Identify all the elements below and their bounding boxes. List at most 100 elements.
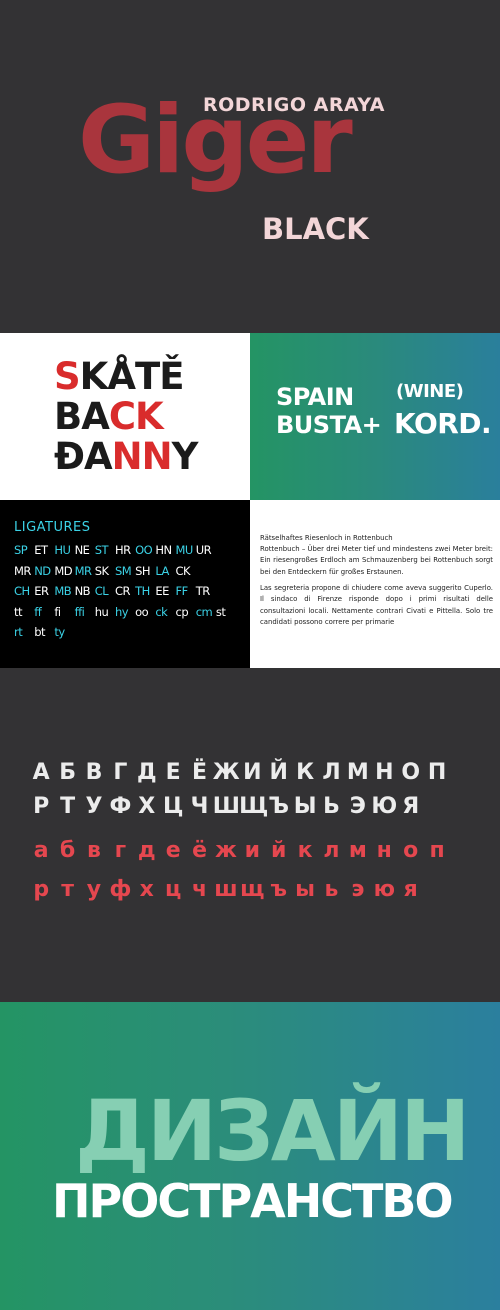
ligature-glyph: HR <box>114 543 131 558</box>
cyrillic-glyph: м <box>348 838 367 863</box>
sample-glyphs: KÅTĚ <box>79 355 185 398</box>
sample-glyphs-red: CK <box>108 395 164 438</box>
cyrillic-glyph: б <box>59 838 76 863</box>
ligature-glyph: ND <box>34 563 51 578</box>
sample-glyphs: ĐA <box>54 435 113 478</box>
cyrillic-glyph: х <box>139 877 154 902</box>
ligature-glyph: ff <box>34 604 42 619</box>
ligature-glyph: FF <box>175 584 189 599</box>
cyrillic-glyph: у <box>86 877 102 902</box>
cyrillic-glyph: Г <box>113 760 128 785</box>
ligature-row: tt ff fi ffi hu hy oo ck cp cm st <box>14 602 236 623</box>
cyrillic-glyph: э <box>351 877 365 902</box>
cyrillic-glyph: ш <box>214 877 238 902</box>
ligature-glyph: MR <box>74 563 92 578</box>
ligature-glyph: CH <box>14 584 30 599</box>
cyrillic-glyph: Т <box>60 794 76 819</box>
cyrillic-glyph: Ы <box>293 794 317 819</box>
cyrillic-glyph: ж <box>214 838 237 863</box>
cyrillic-glyph: Ш <box>212 794 240 819</box>
ligature-glyph: bt <box>34 625 45 640</box>
ligatures-grid: SP ET HU NE ST HR OO HN MU UR MR ND MD MR SK SM SH LA CK CH… <box>14 540 236 643</box>
cyrillic-glyph: р <box>33 877 50 902</box>
cyrillic-glyph: в <box>87 838 101 863</box>
ligature-glyph: TR <box>195 584 211 599</box>
ligature-glyph: SK <box>94 563 109 578</box>
cyrillic-alphabet-section: АБВГДЕЁЖИЙКЛМНОП РТУФХЦЧШЩЪЫЬЭЮЯ абвгдеё… <box>0 668 500 1002</box>
cyrillic-glyph: Ж <box>212 760 240 785</box>
cyrillic-glyph: ю <box>373 877 395 902</box>
ligature-glyph: rt <box>14 625 23 640</box>
ligature-glyph: TH <box>135 584 150 599</box>
sample-glyphs: BA <box>54 395 110 438</box>
cyrillic-glyph: Р <box>33 794 50 819</box>
cyrillic-glyph: М <box>346 760 369 785</box>
cyrillic-glyph: а <box>33 838 49 863</box>
cyrillic-glyph: о <box>403 838 419 863</box>
text-sample-panel: Rätselhaftes Riesenloch in Rottenbuch Ro… <box>250 500 500 668</box>
cyrillic-glyph: ц <box>164 877 182 902</box>
cyrillic-uppercase-row: РТУФХЦЧШЩЪЫЬЭЮЯ <box>28 796 424 818</box>
ligature-glyph: HU <box>54 543 71 558</box>
cyrillic-glyph: Е <box>165 760 181 785</box>
cyrillic-glyph: Л <box>322 760 341 785</box>
ligature-glyph: SM <box>114 563 132 578</box>
ligature-glyph: CK <box>175 563 191 578</box>
cyrillic-glyph: И <box>243 760 262 785</box>
display-word-large: ДИЗАЙН <box>75 1082 470 1180</box>
cyrillic-glyph: В <box>85 760 103 785</box>
cyrillic-glyph: е <box>165 838 181 863</box>
cyrillic-glyph: Д <box>136 760 157 785</box>
display-sample-panel: SPAIN BUSTA+ (WINE) KORD. <box>250 333 500 500</box>
cyrillic-glyph: щ <box>240 877 265 902</box>
cyrillic-glyph: К <box>296 760 315 785</box>
cyrillic-glyph: ь <box>324 877 339 902</box>
latin-sample-panel: SKÅTĚ BACK ĐANNY <box>0 333 250 500</box>
ligature-glyph: ty <box>54 625 65 640</box>
ligature-glyph: MB <box>54 584 72 599</box>
cyrillic-lowercase-row: абвгдеёжийклмноп <box>28 840 450 862</box>
ligature-glyph: NE <box>74 543 90 558</box>
cyrillic-glyph: Й <box>269 760 288 785</box>
ligature-glyph: st <box>215 604 226 619</box>
cyrillic-glyph: я <box>403 877 418 902</box>
ligature-glyph: CR <box>114 584 131 599</box>
cyrillic-display-section: ДИЗАЙН ПРОСТРАНСТВО <box>0 1002 500 1310</box>
cyrillic-glyph: Ю <box>371 794 398 819</box>
cyrillic-uppercase-row: АБВГДЕЁЖИЙКЛМНОП <box>28 762 450 784</box>
cyrillic-glyph: ч <box>191 877 208 902</box>
ligature-glyph: UR <box>195 543 212 558</box>
ligature-glyph: MR <box>14 563 31 578</box>
ligature-glyph: oo <box>135 604 149 619</box>
cyrillic-glyph: Э <box>349 794 366 819</box>
text-paragraph: Rottenbuch – Über drei Meter tief und mi… <box>260 545 493 576</box>
sample-line: BACK <box>54 395 164 438</box>
ligature-glyph: OO <box>135 543 153 558</box>
cyrillic-glyph: ф <box>109 877 132 902</box>
cyrillic-glyph: д <box>137 838 156 863</box>
cyrillic-glyph: Ч <box>190 794 209 819</box>
ligature-glyph: MD <box>54 563 73 578</box>
cyrillic-glyph: к <box>297 838 313 863</box>
ligature-glyph: ST <box>94 543 109 558</box>
cyrillic-glyph: Я <box>402 794 420 819</box>
ligature-row: SP ET HU NE ST HR OO HN MU UR <box>14 540 236 561</box>
ligature-row: CH ER MB NB CL CR TH EE FF TR <box>14 581 236 602</box>
ligature-glyph: cp <box>175 604 189 619</box>
cyrillic-glyph: А <box>32 760 50 785</box>
ligature-glyph: tt <box>14 604 23 619</box>
word-busta: BUSTA+ <box>276 411 382 439</box>
cyrillic-glyph: У <box>85 794 103 819</box>
cyrillic-glyph: Ь <box>323 794 340 819</box>
ligature-glyph: ck <box>155 604 168 619</box>
ligature-glyph: LA <box>155 563 169 578</box>
ligature-glyph: NB <box>74 584 91 599</box>
cyrillic-glyph: Н <box>375 760 394 785</box>
ligature-row: MR ND MD MR SK SM SH LA CK <box>14 561 236 582</box>
cyrillic-glyph: й <box>271 838 287 863</box>
ligature-glyph: MU <box>175 543 194 558</box>
sample-glyphs-red: NN <box>111 435 173 478</box>
cyrillic-glyph: н <box>376 838 392 863</box>
ligature-row: rt bt ty <box>14 622 236 643</box>
text-heading: Rätselhaftes Riesenloch in Rottenbuch <box>260 534 393 542</box>
